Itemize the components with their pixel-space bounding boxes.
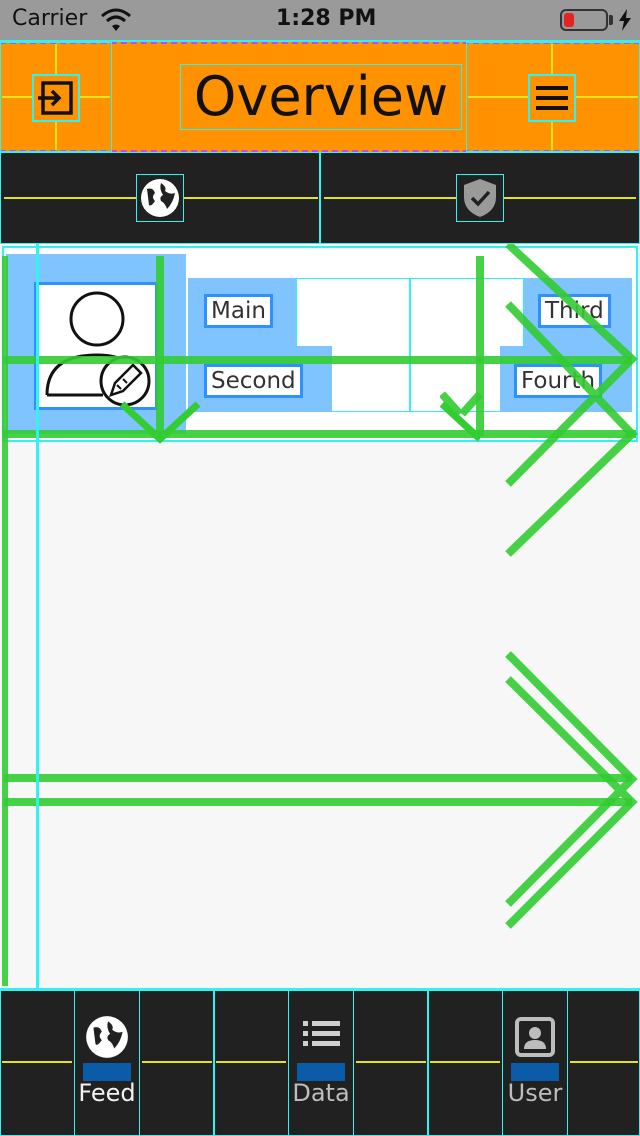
tab-bar: Feed Data User (0, 988, 640, 1136)
tab-user-label: User (507, 1079, 563, 1107)
globe-icon (141, 179, 179, 217)
navigation-header: Overview (0, 40, 640, 152)
page-title-box: Overview (180, 64, 462, 130)
battery-tip (609, 15, 613, 25)
battery-icon (560, 9, 608, 31)
shield-button[interactable] (456, 174, 504, 222)
layout-guide (36, 244, 39, 988)
carrier-label: Carrier (12, 6, 88, 31)
enter-icon (38, 81, 73, 115)
toolbar (0, 152, 640, 244)
avatar[interactable] (34, 282, 158, 410)
clock: 1:28 PM (276, 6, 377, 31)
status-bar: Carrier 1:28 PM (0, 0, 640, 40)
tab-feed-label: Feed (78, 1079, 136, 1107)
tab-data-label: Data (292, 1079, 350, 1107)
wifi-icon (101, 8, 131, 31)
constraint-guide (2, 256, 8, 986)
page-title: Overview (193, 65, 449, 128)
enter-button[interactable] (32, 74, 80, 122)
tab-data[interactable]: Data (288, 990, 354, 1136)
tab-feed[interactable]: Feed (74, 990, 140, 1136)
list-icon (303, 1021, 340, 1046)
menu-icon (536, 86, 568, 110)
globe-icon (86, 1016, 128, 1058)
charging-icon (619, 9, 631, 31)
globe-button[interactable] (136, 174, 184, 222)
constraint-arrows (440, 244, 638, 929)
shield-check-icon (464, 179, 496, 217)
second-button[interactable]: Second (204, 364, 303, 398)
constraint-arrowheads (120, 401, 480, 444)
menu-button[interactable] (528, 74, 576, 122)
user-edit-icon (45, 291, 151, 407)
main-button[interactable]: Main (204, 294, 273, 328)
contact-icon (515, 1017, 555, 1057)
content-area: Main Second Third Fourth (0, 244, 640, 988)
tab-user[interactable]: User (502, 990, 568, 1136)
